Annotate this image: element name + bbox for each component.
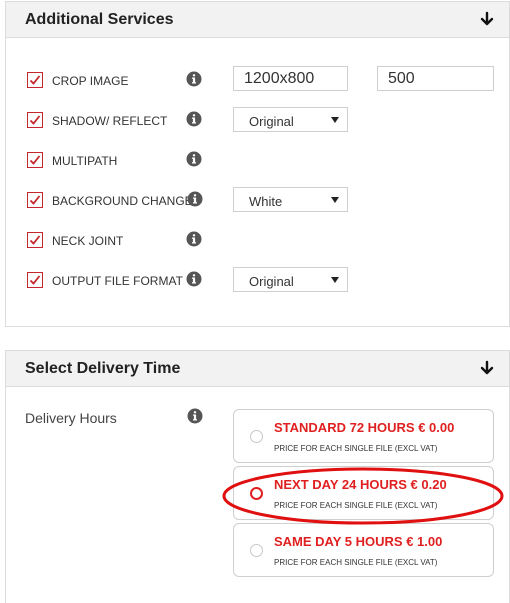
background-change-select[interactable]: White — [233, 187, 348, 212]
checkmark-icon — [29, 75, 41, 85]
service-row-crop-image: CROP IMAGE — [6, 66, 509, 96]
crop-image-label: CROP IMAGE — [52, 74, 129, 88]
multipath-label: MULTIPATH — [52, 154, 118, 168]
delivery-hours-label: Delivery Hours — [25, 410, 117, 426]
additional-services-header[interactable]: Additional Services — [6, 2, 509, 38]
crop-width-input[interactable] — [233, 66, 348, 91]
output-file-format-select[interactable]: Original — [233, 267, 348, 292]
multipath-checkbox[interactable] — [27, 152, 43, 168]
shadow-reflect-select-value: Original — [249, 114, 294, 129]
checkmark-icon — [29, 115, 41, 125]
checkmark-icon — [29, 195, 41, 205]
background-change-checkbox[interactable] — [27, 192, 43, 208]
delivery-option-next-day[interactable]: NEXT DAY 24 HOURS € 0.20 PRICE FOR EACH … — [233, 466, 494, 520]
background-change-select-value: White — [249, 194, 283, 209]
output-file-format-select-value: Original — [249, 274, 294, 289]
same-day-option-title: SAME DAY 5 HOURS € 1.00 — [274, 534, 443, 549]
delivery-time-header[interactable]: Select Delivery Time — [6, 351, 509, 387]
output-file-format-label: OUTPUT FILE FORMAT — [52, 274, 183, 288]
standard-option-title: STANDARD 72 HOURS € 0.00 — [274, 420, 455, 435]
shadow-reflect-label: SHADOW/ REFLECT — [52, 114, 168, 128]
info-icon[interactable] — [186, 71, 202, 87]
checkmark-icon — [29, 235, 41, 245]
neck-joint-label: NECK JOINT — [52, 234, 124, 248]
info-icon[interactable] — [186, 271, 202, 287]
additional-services-panel: Additional Services CROP IMAGE SHADOW/ R… — [5, 1, 510, 327]
info-icon[interactable] — [186, 111, 202, 127]
background-change-label: BACKGROUND CHANGE — [52, 194, 193, 208]
next-day-radio[interactable] — [250, 487, 263, 500]
service-row-multipath: MULTIPATH — [6, 146, 509, 176]
shadow-reflect-select[interactable]: Original — [233, 107, 348, 132]
service-row-background-change: BACKGROUND CHANGE White — [6, 186, 509, 216]
service-row-shadow-reflect: SHADOW/ REFLECT Original — [6, 106, 509, 136]
additional-services-title: Additional Services — [25, 11, 174, 28]
neck-joint-checkbox[interactable] — [27, 232, 43, 248]
info-icon[interactable] — [187, 408, 203, 424]
delivery-option-standard[interactable]: STANDARD 72 HOURS € 0.00 PRICE FOR EACH … — [233, 409, 494, 463]
arrow-down-icon[interactable] — [479, 360, 495, 376]
delivery-option-same-day[interactable]: SAME DAY 5 HOURS € 1.00 PRICE FOR EACH S… — [233, 523, 494, 577]
checkmark-icon — [29, 155, 41, 165]
delivery-time-panel: Select Delivery Time Delivery Hours STAN… — [5, 350, 510, 603]
shadow-reflect-checkbox[interactable] — [27, 112, 43, 128]
service-row-neck-joint: NECK JOINT — [6, 226, 509, 256]
select-caret-icon — [331, 197, 339, 203]
service-row-output-file-format: OUTPUT FILE FORMAT Original — [6, 266, 509, 296]
info-icon[interactable] — [186, 151, 202, 167]
standard-radio[interactable] — [250, 430, 263, 443]
info-icon[interactable] — [187, 191, 203, 207]
output-file-format-checkbox[interactable] — [27, 272, 43, 288]
crop-image-checkbox[interactable] — [27, 72, 43, 88]
crop-height-input[interactable] — [377, 66, 494, 91]
checkmark-icon — [29, 275, 41, 285]
standard-option-subtitle: PRICE FOR EACH SINGLE FILE (EXCL VAT) — [274, 444, 438, 453]
delivery-time-title: Select Delivery Time — [25, 360, 181, 377]
select-caret-icon — [331, 277, 339, 283]
same-day-radio[interactable] — [250, 544, 263, 557]
info-icon[interactable] — [186, 231, 202, 247]
arrow-down-icon[interactable] — [479, 11, 495, 27]
next-day-option-title: NEXT DAY 24 HOURS € 0.20 — [274, 477, 447, 492]
same-day-option-subtitle: PRICE FOR EACH SINGLE FILE (EXCL VAT) — [274, 558, 438, 567]
select-caret-icon — [331, 117, 339, 123]
next-day-option-subtitle: PRICE FOR EACH SINGLE FILE (EXCL VAT) — [274, 501, 438, 510]
